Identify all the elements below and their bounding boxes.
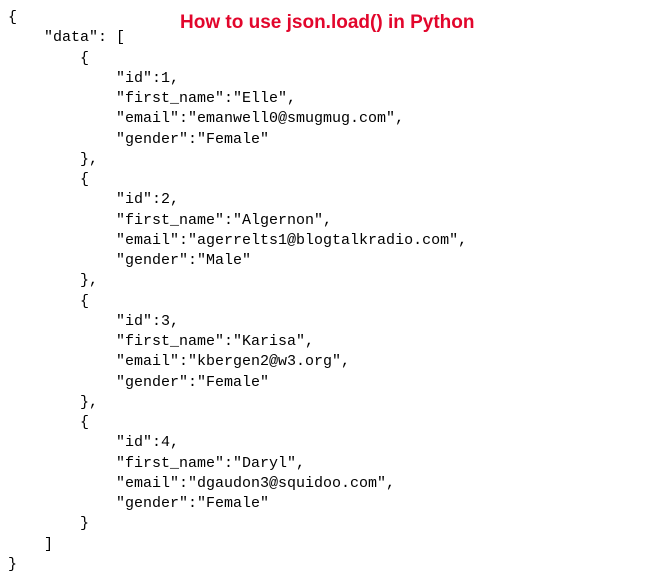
page-title: How to use json.load() in Python — [180, 10, 475, 36]
code-block: { "data": [ { "id":1, "first_name":"Elle… — [8, 8, 653, 575]
